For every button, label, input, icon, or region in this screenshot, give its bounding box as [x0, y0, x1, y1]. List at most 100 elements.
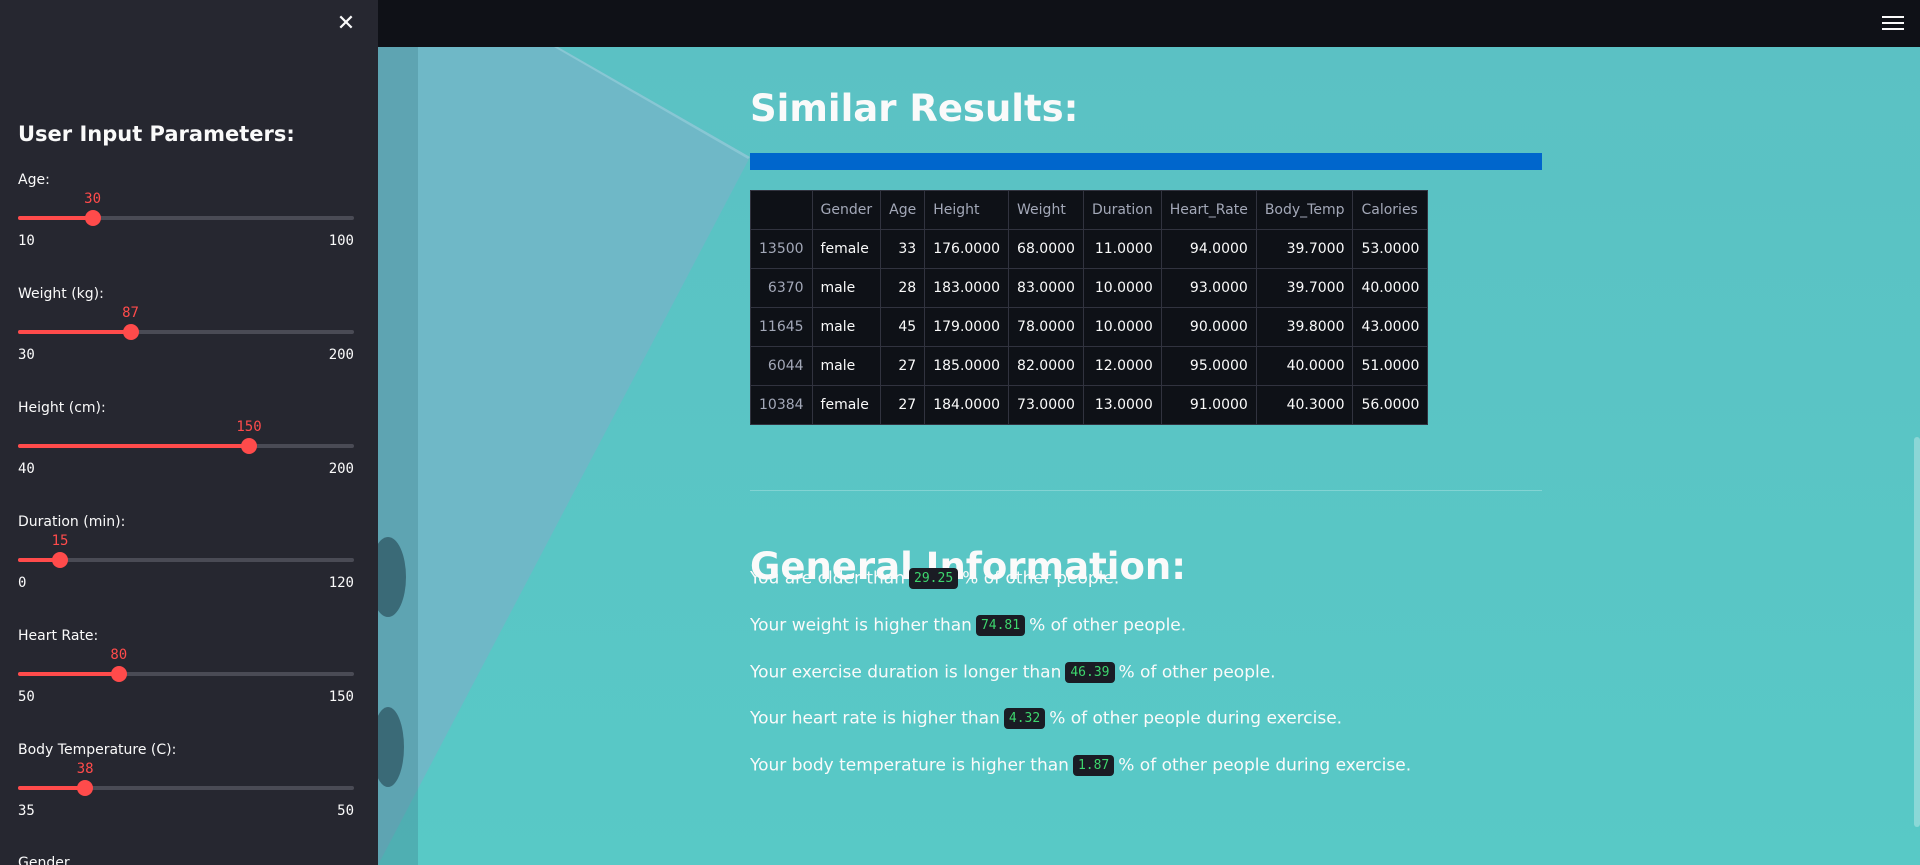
similar-results-table: Gender Age Height Weight Duration Heart_Rate B…: [750, 190, 1429, 425]
table-cell: 27: [880, 346, 926, 386]
table-cell: 45: [880, 307, 926, 347]
slider-value: 87: [122, 305, 139, 321]
column-header[interactable]: Weight: [1008, 190, 1084, 230]
slider-track[interactable]: [18, 438, 354, 454]
table-cell: 43.0000: [1352, 307, 1429, 347]
table-cell: 183.0000: [924, 268, 1010, 308]
main-content: Similar Results: Gender Age Height Weight Du…: [378, 47, 1920, 865]
info-value: 46.39: [1065, 662, 1115, 683]
slider-track[interactable]: [18, 210, 354, 226]
info-suffix: % of other people during exercise.: [1049, 708, 1343, 729]
column-header[interactable]: Gender: [811, 190, 882, 230]
top-header: [378, 0, 1920, 47]
slider-fill: [18, 330, 131, 334]
slider-max: 120: [328, 575, 354, 591]
info-prefix: Your heart rate is higher than: [750, 708, 1000, 729]
table-row: 6044 male 27 185.0000 82.0000 12.0000 95.0000 4…: [750, 346, 1429, 386]
divider: [750, 490, 1542, 491]
slider-thumb[interactable]: [52, 552, 68, 568]
column-header[interactable]: [750, 190, 813, 230]
slider-max: 150: [328, 689, 354, 705]
slider-thumb[interactable]: [77, 780, 94, 796]
table-cell: male: [811, 346, 882, 386]
table-cell: female: [811, 229, 882, 269]
info-value: 74.81: [975, 615, 1026, 636]
info-line: Your weight is higher than 74.81% of othe…: [750, 615, 1186, 636]
slider-track[interactable]: [18, 552, 354, 568]
table-cell: 12.0000: [1082, 346, 1162, 386]
info-suffix: % of other people.: [1118, 662, 1276, 683]
column-header[interactable]: Age: [880, 190, 926, 230]
info-value: 4.32: [1003, 708, 1046, 729]
slider-label: Duration (min):: [18, 514, 126, 530]
slider-thumb[interactable]: [122, 324, 139, 340]
table-cell: 82.0000: [1008, 346, 1084, 386]
table-header-row: Gender Age Height Weight Duration Heart_Rate B…: [750, 190, 1429, 230]
slider-5: Body Temperature (C): 38 35 50: [18, 742, 354, 822]
similar-results-heading: Similar Results:: [750, 87, 1079, 130]
table-cell: 73.0000: [1008, 385, 1084, 425]
slider-value: 80: [110, 647, 128, 663]
slider-min: 10: [18, 233, 35, 249]
table-cell: 93.0000: [1160, 268, 1257, 308]
table-cell: 184.0000: [924, 385, 1010, 425]
table-cell: 40.3000: [1255, 385, 1354, 425]
table-cell: 185.0000: [924, 346, 1010, 386]
slider-value: 38: [76, 761, 94, 777]
table-cell: male: [811, 307, 882, 347]
table-row: 10384 female 27 184.0000 73.0000 13.0000 91.00…: [750, 385, 1429, 425]
column-header[interactable]: Heart_Rate: [1160, 190, 1257, 230]
slider-track[interactable]: [18, 780, 354, 796]
sidebar-title: User Input Parameters:: [18, 122, 295, 146]
table-cell: 94.0000: [1160, 229, 1257, 269]
info-value: 1.87: [1072, 755, 1115, 776]
row-index: 6370: [750, 268, 813, 308]
table-cell: 90.0000: [1160, 307, 1257, 347]
column-header[interactable]: Calories: [1352, 190, 1429, 230]
slider-min: 35: [18, 803, 35, 819]
table-cell: 27: [880, 385, 926, 425]
slider-thumb[interactable]: [110, 666, 127, 682]
slider-2: Height (cm): 150 40 200: [18, 400, 354, 480]
slider-label: Weight (kg):: [18, 286, 104, 302]
slider-track[interactable]: [18, 324, 354, 340]
table-cell: 40.0000: [1352, 268, 1429, 308]
slider-fill: [18, 444, 249, 448]
close-icon: ✕: [336, 11, 356, 36]
table-cell: 39.7000: [1255, 229, 1354, 269]
slider-thumb[interactable]: [84, 210, 101, 226]
slider-min: 0: [18, 575, 27, 591]
slider-max: 200: [328, 347, 354, 363]
column-header[interactable]: Height: [924, 190, 1010, 230]
table-cell: female: [811, 385, 882, 425]
close-sidebar-button[interactable]: ✕: [334, 12, 358, 36]
table-cell: 83.0000: [1008, 268, 1084, 308]
info-prefix: You are older than: [750, 568, 906, 589]
info-line: Your heart rate is higher than 4.32% of o…: [750, 708, 1342, 729]
gender-label-partial: Gender: [18, 855, 70, 865]
slider-label: Height (cm):: [18, 400, 106, 416]
hamburger-menu-icon: [1882, 16, 1904, 30]
table-cell: 40.0000: [1255, 346, 1354, 386]
scrollbar[interactable]: [1914, 437, 1920, 827]
table-cell: 11.0000: [1082, 229, 1162, 269]
slider-track[interactable]: [18, 666, 354, 682]
info-suffix: % of other people.: [962, 568, 1120, 589]
column-header[interactable]: Duration: [1082, 190, 1162, 230]
table-row: 11645 male 45 179.0000 78.0000 10.0000 90.0000…: [750, 307, 1429, 347]
slider-label: Body Temperature (C):: [18, 742, 177, 758]
info-prefix: Your weight is higher than: [750, 615, 972, 636]
column-header[interactable]: Body_Temp: [1255, 190, 1354, 230]
table-cell: 33: [880, 229, 926, 269]
info-value: 29.25: [909, 568, 959, 589]
row-index: 11645: [750, 307, 813, 347]
info-suffix: % of other people.: [1029, 615, 1187, 636]
main-menu-button[interactable]: [1882, 12, 1904, 34]
table-cell: 95.0000: [1160, 346, 1257, 386]
slider-thumb[interactable]: [241, 438, 257, 454]
slider-min: 50: [18, 689, 35, 705]
row-index: 6044: [750, 346, 813, 386]
table-cell: 91.0000: [1160, 385, 1257, 425]
slider-fill: [18, 786, 86, 790]
table-cell: male: [811, 268, 882, 308]
